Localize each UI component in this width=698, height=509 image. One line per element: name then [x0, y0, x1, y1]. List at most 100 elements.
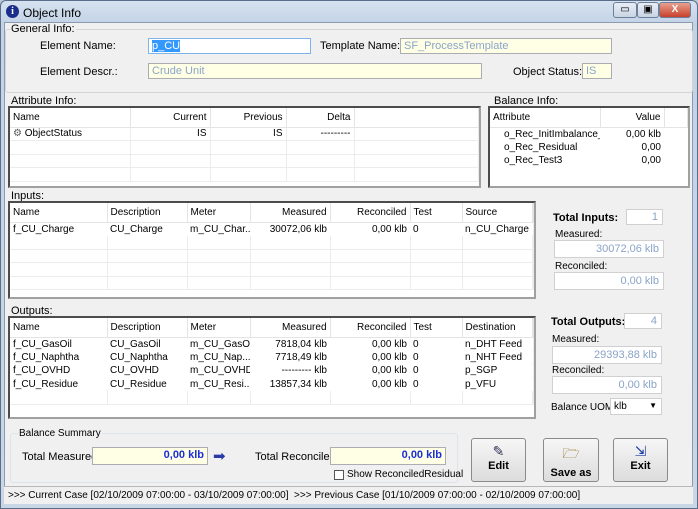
cell-previous: IS	[210, 127, 287, 141]
col-source[interactable]: Source	[462, 203, 533, 223]
cell-measured: 13857,34 klb	[269, 378, 327, 390]
cell-description: CU_OVHD	[110, 365, 159, 377]
inputs-reconciled-label: Reconciled:	[555, 261, 608, 272]
cell-reconciled: 0,00 klb	[371, 338, 407, 350]
table-row[interactable]: f_CU_GasOil CU_GasOil m_CU_GasOil 7818,04 k…	[10, 337, 534, 351]
col-name[interactable]: Name	[10, 318, 108, 338]
save-as-button[interactable]: 🗁 Save as	[543, 438, 599, 482]
element-name-label: Element Name:	[40, 40, 116, 52]
outputs-table[interactable]: Name Description Meter Measured Reconciled Te…	[8, 316, 536, 419]
col-destination[interactable]: Destination	[462, 318, 533, 338]
cell-meter: m_CU_GasOil	[190, 338, 250, 350]
element-descr-field[interactable]: Crude Unit	[148, 63, 482, 79]
cell-test: 0	[413, 223, 419, 235]
attribute-icon: ⚙	[13, 128, 22, 140]
outputs-measured-field: 29393,88 klb	[552, 346, 662, 364]
col-measured[interactable]: Measured	[250, 203, 331, 223]
table-row[interactable]: f_CU_Naphtha CU_Naphtha m_CU_Nap... 7718,49…	[10, 350, 534, 365]
col-value[interactable]: Value	[600, 108, 665, 128]
attribute-info-table[interactable]: Name Current Previous Delta ⚙ ObjectStatus I…	[8, 106, 481, 188]
table-header: Attribute Value	[490, 108, 688, 128]
col-description[interactable]: Description	[107, 203, 188, 223]
col-name[interactable]: Name	[10, 108, 131, 128]
edit-label: Edit	[488, 460, 509, 472]
col-meter[interactable]: Meter	[187, 203, 251, 223]
cell-value: 0,00	[641, 155, 661, 167]
total-inputs-field: 1	[626, 209, 663, 225]
col-delta[interactable]: Delta	[286, 108, 355, 128]
object-status-label: Object Status:	[513, 66, 583, 78]
show-residual-label[interactable]: Show ReconciledResidual	[347, 469, 463, 480]
cell-name: f_CU_GasOil	[13, 338, 72, 350]
cell-attribute: o_Rec_Residual	[504, 141, 578, 153]
col-test[interactable]: Test	[410, 318, 463, 338]
cell-reconciled: 0,00 klb	[371, 365, 407, 377]
object-status-field[interactable]: IS	[582, 63, 612, 79]
cell-reconciled: 0,00 klb	[371, 223, 407, 235]
balance-summary-label: Balance Summary	[18, 428, 102, 439]
show-residual-checkbox[interactable]	[334, 470, 344, 480]
inputs-table[interactable]: Name Description Meter Measured Reconciled Te…	[8, 201, 536, 299]
cell-destination: n_DHT Feed	[465, 338, 523, 350]
cell-name: f_CU_Residue	[13, 378, 79, 390]
exit-button[interactable]: ⇲ Exit	[613, 438, 668, 482]
col-name[interactable]: Name	[10, 203, 108, 223]
table-row[interactable]: o_Rec_Residual 0,00	[490, 141, 688, 155]
total-measured-label: Total Measured:	[22, 451, 101, 463]
col-test[interactable]: Test	[410, 203, 463, 223]
col-attribute[interactable]: Attribute	[490, 108, 601, 128]
outputs-reconciled-field: 0,00 klb	[552, 376, 662, 394]
inputs-reconciled-field: 0,00 klb	[554, 272, 664, 290]
col-measured[interactable]: Measured	[250, 318, 331, 338]
cell-destination: n_NHT Feed	[465, 351, 523, 363]
pencil-icon: ✎	[492, 443, 505, 459]
status-text: >>> Current Case [02/10/2009 07:00:00 - …	[8, 490, 581, 501]
cell-name: f_CU_Charge	[13, 223, 75, 235]
cell-name: f_CU_OVHD	[13, 365, 71, 377]
edit-button[interactable]: ✎ Edit	[471, 438, 526, 482]
outputs-measured-label: Measured:	[552, 334, 600, 345]
cell-name: f_CU_Naphtha	[13, 351, 80, 363]
arrow-right-icon: ➡	[213, 448, 226, 465]
table-row[interactable]: f_CU_Charge CU_Charge m_CU_Char... 30072,06…	[10, 222, 534, 236]
table-row[interactable]: o_Rec_Test3 0,00	[490, 154, 688, 168]
balance-uom-select[interactable]: klb ▼	[610, 398, 662, 415]
general-info-label: General Info:	[10, 23, 76, 35]
status-bar: >>> Current Case [02/10/2009 07:00:00 - …	[4, 486, 693, 504]
col-previous[interactable]: Previous	[210, 108, 287, 128]
chevron-down-icon: ▼	[649, 401, 657, 410]
col-current[interactable]: Current	[130, 108, 211, 128]
table-row[interactable]: o_Rec_InitImbalance_... 0,00 klb	[490, 127, 688, 141]
cell-measured: 7818,04 klb	[275, 338, 327, 350]
minimize-button[interactable]: ▭	[613, 2, 637, 18]
template-name-field[interactable]: SF_ProcessTemplate	[400, 38, 612, 54]
element-name-field[interactable]: p_CU	[148, 38, 311, 54]
exit-label: Exit	[630, 460, 651, 472]
balance-uom-label: Balance UOM	[551, 402, 614, 413]
cell-name: ObjectStatus	[24, 128, 83, 140]
save-as-label: Save as	[550, 467, 592, 479]
cell-source: n_CU_Charge	[465, 223, 529, 235]
cell-reconciled: 0,00 klb	[371, 351, 407, 363]
balance-info-table[interactable]: AttributeValue o_Rec_InitImbalance_... 0,…	[488, 106, 690, 188]
table-header: Name Description Meter Measured Reconciled Te…	[10, 318, 534, 338]
close-button[interactable]: X	[659, 2, 691, 18]
cell-description: CU_Charge	[110, 223, 163, 235]
cell-test: 0	[413, 365, 419, 377]
cell-description: CU_Naphtha	[110, 351, 168, 363]
inputs-measured-field: 30072,06 klb	[554, 240, 664, 258]
col-description[interactable]: Description	[107, 318, 188, 338]
col-meter[interactable]: Meter	[187, 318, 251, 338]
cell-delta: ---------	[286, 127, 355, 141]
cell-description: CU_Residue	[110, 378, 167, 390]
col-reconciled[interactable]: Reconciled	[330, 203, 411, 223]
balance-uom-value: klb	[614, 401, 627, 412]
table-row[interactable]: f_CU_OVHD CU_OVHD m_CU_OVHD --------- klb 0,…	[10, 364, 534, 378]
cell-destination: p_SGP	[465, 365, 498, 377]
table-row[interactable]: ⚙ ObjectStatus IS IS ---------	[10, 127, 479, 141]
col-reconciled[interactable]: Reconciled	[330, 318, 411, 338]
total-outputs-label: Total Outputs:	[551, 316, 626, 328]
table-row[interactable]: f_CU_Residue CU_Residue m_CU_Resi... 13857,…	[10, 377, 534, 392]
maximize-button[interactable]: ▣	[637, 2, 659, 18]
cell-meter: m_CU_Nap...	[190, 351, 250, 363]
